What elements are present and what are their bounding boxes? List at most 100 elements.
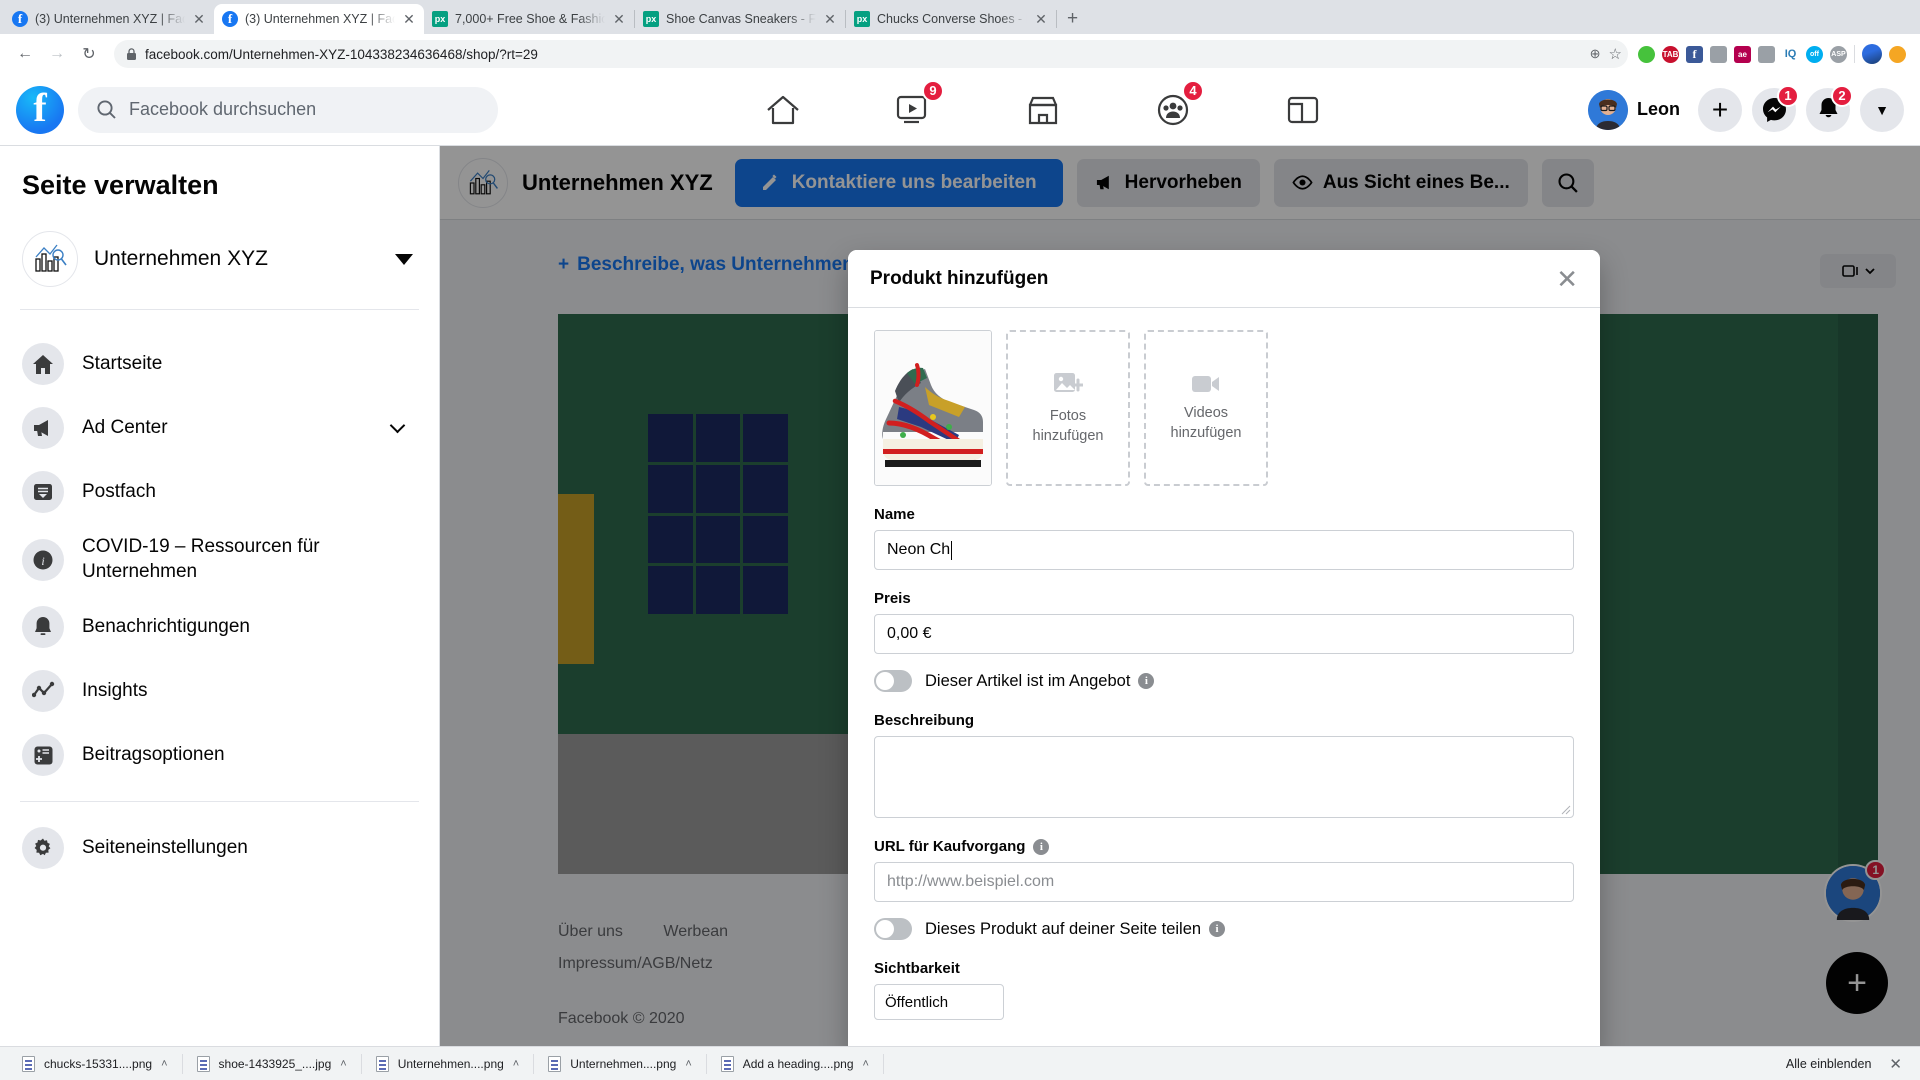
new-tab-button[interactable]: + [1067, 8, 1078, 30]
purchase-url-input[interactable]: http://www.beispiel.com [874, 862, 1574, 902]
sidebar-item-startseite[interactable]: Startseite [18, 332, 421, 396]
sidebar-item-insights[interactable]: Insights [18, 659, 421, 723]
description-textarea[interactable] [874, 736, 1574, 818]
add-product-modal: Produkt hinzufügen ✕ Fotos hinzufügen Vi… [848, 250, 1600, 1050]
tab-close-icon[interactable]: ✕ [612, 11, 626, 28]
grey-extension-icon[interactable] [1710, 45, 1727, 63]
groups-nav-icon[interactable]: 4 [1138, 79, 1208, 136]
insights-chart-icon [22, 670, 64, 713]
download-item[interactable]: Unternehmen....png ˄ [534, 1051, 706, 1077]
chevron-up-icon[interactable]: ˄ [863, 1058, 869, 1070]
watch-badge: 9 [922, 79, 944, 102]
sidebar-page-selector[interactable]: Unternehmen XYZ [18, 231, 421, 287]
forward-button[interactable]: → [42, 39, 72, 69]
download-filename: Unternehmen....png [570, 1056, 677, 1071]
search-placeholder: Facebook durchsuchen [129, 99, 317, 119]
info-icon[interactable]: i [1033, 838, 1050, 855]
create-button[interactable]: + [1698, 87, 1742, 132]
iq-extension-icon[interactable]: IQ [1782, 46, 1799, 63]
tab-extension-icon[interactable]: TAB [1662, 45, 1679, 63]
show-all-downloads-button[interactable]: Alle einblenden [1786, 1057, 1872, 1071]
facebook-header: f Facebook durchsuchen 9 4 Leon + 1 2 ▼ [0, 74, 1920, 146]
download-item[interactable]: Add a heading....png ˄ [707, 1051, 883, 1077]
home-icon [22, 343, 64, 385]
add-videos-dropzone[interactable]: Videos hinzufügen [1144, 330, 1268, 486]
browser-tab[interactable]: px Shoe Canvas Sneakers - Free p ✕ [635, 4, 845, 34]
messenger-button[interactable]: 1 [1752, 84, 1799, 132]
facebook-extension-icon[interactable]: f [1686, 45, 1703, 63]
tab-close-icon[interactable]: ✕ [192, 11, 206, 28]
visibility-select[interactable]: Öffentlich [874, 984, 1004, 1020]
file-icon [22, 1055, 35, 1072]
sidebar-item-postfach[interactable]: Postfach [18, 460, 421, 524]
chrome-menu-icon[interactable] [1889, 45, 1906, 63]
close-icon[interactable]: ✕ [1556, 266, 1578, 292]
sidebar-item-label: Ad Center [82, 416, 168, 438]
share-product-row: Dieses Produkt auf deiner Seite teilen i [874, 918, 1574, 940]
on-offer-toggle[interactable] [874, 670, 912, 692]
marketplace-nav-icon[interactable] [1008, 84, 1078, 136]
modal-header: Produkt hinzufügen ✕ [848, 250, 1600, 308]
download-item[interactable]: shoe-1433925_....jpg ˄ [183, 1051, 361, 1077]
download-filename: shoe-1433925_....jpg [218, 1056, 332, 1071]
browser-tab-active[interactable]: f (3) Unternehmen XYZ | Facebo ✕ [214, 4, 424, 34]
download-item[interactable]: Unternehmen....png ˄ [362, 1051, 534, 1077]
sneaker-product-thumbnail[interactable] [874, 330, 992, 486]
sidebar-item-seiteneinstellungen[interactable]: Seiteneinstellungen [18, 816, 421, 880]
bookmark-star-icon[interactable]: ☆ [1609, 45, 1622, 63]
info-icon[interactable]: i [1138, 673, 1155, 689]
price-input[interactable]: 0,00 € [874, 614, 1574, 654]
share-product-toggle[interactable] [874, 918, 912, 940]
ae-extension-icon[interactable]: ae [1734, 45, 1751, 63]
back-button[interactable]: ← [10, 39, 40, 69]
on-offer-row: Dieser Artikel ist im Angebot i [874, 670, 1574, 692]
post-options-icon [22, 734, 64, 777]
tab-close-icon[interactable]: ✕ [823, 11, 837, 28]
user-profile-link[interactable]: Leon [1588, 89, 1688, 130]
pocket-extension-icon[interactable] [1758, 45, 1775, 63]
home-nav-icon[interactable] [748, 84, 818, 136]
chevron-down-icon[interactable] [389, 417, 406, 434]
tab-close-icon[interactable]: ✕ [1034, 11, 1048, 28]
browser-tab[interactable]: px 7,000+ Free Shoe & Fashion Im ✕ [424, 4, 634, 34]
asp-extension-icon[interactable]: ASP [1830, 45, 1847, 63]
chevron-up-icon[interactable]: ˄ [161, 1058, 167, 1070]
chevron-up-icon[interactable]: ˄ [685, 1058, 691, 1070]
avatar [1588, 89, 1628, 130]
file-icon [548, 1055, 562, 1072]
megaphone-icon [22, 407, 64, 449]
info-icon[interactable]: i [1209, 921, 1226, 937]
reload-button[interactable]: ↻ [74, 39, 104, 69]
chevron-up-icon[interactable]: ˄ [340, 1058, 346, 1070]
browser-tab[interactable]: f (3) Unternehmen XYZ | Facebo ✕ [4, 4, 214, 34]
purchase-url-label: URL für Kaufvorgang i [874, 838, 1574, 855]
gaming-nav-icon[interactable] [1268, 84, 1338, 136]
resize-grip-icon[interactable] [1561, 805, 1571, 815]
chevron-up-icon[interactable]: ˄ [513, 1058, 519, 1070]
sidebar-item-benachrichtigungen[interactable]: Benachrichtigungen [18, 595, 421, 659]
account-menu-button[interactable]: ▼ [1860, 87, 1904, 132]
browser-profile-avatar[interactable] [1862, 44, 1882, 64]
facebook-search-input[interactable]: Facebook durchsuchen [78, 86, 498, 133]
tab-title: (3) Unternehmen XYZ | Facebo [35, 12, 185, 26]
tab-close-icon[interactable]: ✕ [402, 11, 416, 28]
sidebar-item-covid-resources[interactable]: i COVID-19 – Ressourcen für Unternehmen [18, 524, 421, 595]
visibility-value: Öffentlich [885, 993, 949, 1011]
close-icon[interactable]: ✕ [1889, 1055, 1902, 1073]
sidebar-item-label: Beitragsoptionen [82, 744, 225, 766]
sidebar-item-beitragsoptionen[interactable]: Beitragsoptionen [18, 723, 421, 787]
ublock-extension-icon[interactable] [1638, 45, 1655, 63]
zoom-icon[interactable]: ⊕ [1590, 46, 1601, 62]
address-bar[interactable]: facebook.com/Unternehmen-XYZ-10433823463… [114, 40, 1628, 68]
sidebar-item-ad-center[interactable]: Ad Center [18, 396, 421, 460]
notifications-button[interactable]: 2 [1806, 84, 1853, 132]
facebook-main-nav: 9 4 [498, 79, 1588, 136]
facebook-logo-icon[interactable]: f [16, 85, 64, 134]
name-input[interactable]: Neon Ch [874, 530, 1574, 570]
add-photos-dropzone[interactable]: Fotos hinzufügen [1006, 330, 1130, 486]
browser-tab[interactable]: px Chucks Converse Shoes - Free ✕ [846, 4, 1056, 34]
ghostery-off-extension-icon[interactable]: off [1806, 45, 1823, 63]
watch-nav-icon[interactable]: 9 [878, 79, 948, 136]
tab-title: Shoe Canvas Sneakers - Free p [666, 12, 816, 26]
download-item[interactable]: chucks-15331....png ˄ [8, 1051, 182, 1077]
